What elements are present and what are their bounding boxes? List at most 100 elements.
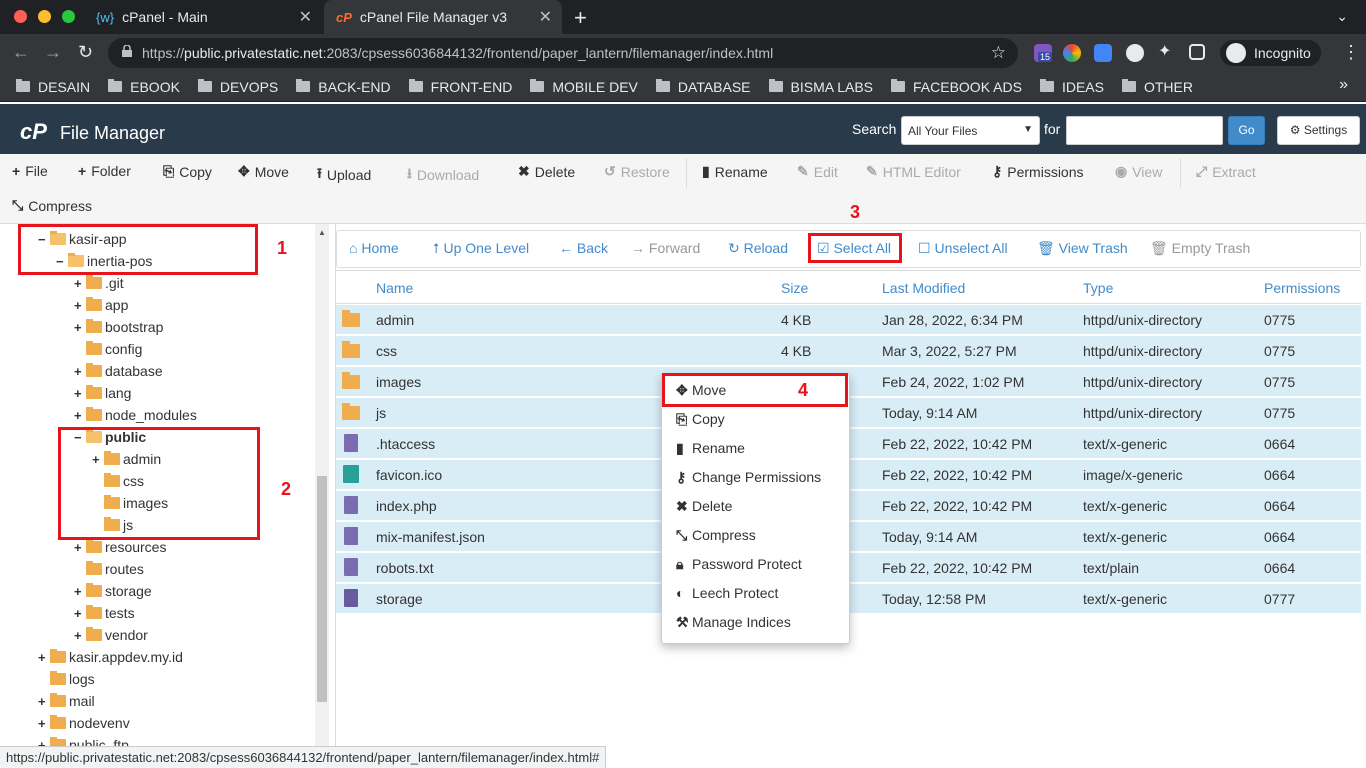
chevron-down-icon[interactable]: ⌄ bbox=[1336, 8, 1348, 25]
move-button[interactable]: ✥ Move bbox=[238, 163, 289, 180]
search-input[interactable] bbox=[1066, 116, 1223, 145]
color-picker-extension-icon[interactable] bbox=[1063, 44, 1081, 62]
incognito-badge[interactable]: Incognito bbox=[1220, 40, 1321, 66]
tree-toggle[interactable]: + bbox=[74, 298, 84, 313]
column-header-name[interactable]: Name bbox=[376, 280, 413, 296]
tree-toggle[interactable]: + bbox=[74, 606, 84, 621]
column-header-modified[interactable]: Last Modified bbox=[882, 280, 965, 296]
bookmark-folder[interactable]: FRONT-END bbox=[408, 79, 512, 95]
tab-file-manager[interactable]: cP cPanel File Manager v3 ✕ bbox=[324, 0, 562, 34]
sidebar-toggle-icon[interactable] bbox=[1189, 44, 1205, 60]
tree-item[interactable]: logs bbox=[38, 668, 95, 690]
tab-cpanel-main[interactable]: {w} cPanel - Main ✕ bbox=[84, 0, 322, 34]
tree-item[interactable]: routes bbox=[74, 558, 144, 580]
tree-toggle[interactable]: + bbox=[74, 584, 84, 599]
extension-icon[interactable]: 15 bbox=[1034, 44, 1053, 62]
face-extension-icon[interactable] bbox=[1126, 44, 1144, 62]
scroll-up-icon[interactable]: ▲ bbox=[318, 228, 326, 237]
tree-item[interactable]: + lang bbox=[74, 382, 131, 404]
close-icon[interactable]: ✕ bbox=[299, 7, 312, 27]
download-button[interactable]: ⭳ Download bbox=[407, 163, 479, 187]
tree-item[interactable]: + vendor bbox=[74, 624, 148, 646]
tree-item[interactable]: + .git bbox=[74, 272, 124, 294]
forward-arrow-icon[interactable]: → bbox=[44, 42, 62, 63]
tree-toggle[interactable]: + bbox=[38, 716, 48, 731]
table-row[interactable]: css 4 KB Mar 3, 2022, 5:27 PM httpd/unix-di… bbox=[336, 336, 1361, 366]
column-header-type[interactable]: Type bbox=[1083, 280, 1113, 296]
context-copy[interactable]: ⎘ Copy bbox=[676, 411, 725, 428]
tree-item[interactable]: + app bbox=[74, 294, 128, 316]
go-button[interactable]: Go bbox=[1228, 116, 1265, 145]
tree-toggle[interactable]: + bbox=[74, 540, 84, 555]
bookmark-folder[interactable]: BACK-END bbox=[296, 79, 391, 95]
bookmark-star-icon[interactable]: ☆ bbox=[991, 43, 1006, 63]
context-password-protect[interactable]: 🔒︎ Password Protect bbox=[676, 556, 802, 573]
delete-button[interactable]: ✖ Delete bbox=[518, 163, 575, 180]
tree-item[interactable]: + tests bbox=[74, 602, 135, 624]
tree-scrollbar[interactable]: ▲ bbox=[315, 224, 329, 768]
view-button[interactable]: ◉ View bbox=[1115, 163, 1162, 180]
tree-toggle[interactable]: + bbox=[74, 408, 84, 423]
new-tab-icon[interactable]: + bbox=[574, 5, 587, 31]
tree-toggle[interactable]: + bbox=[74, 364, 84, 379]
url-input[interactable]: https://public.privatestatic.net:2083/cp… bbox=[108, 38, 1018, 68]
tree-toggle[interactable]: + bbox=[74, 320, 84, 335]
tree-item[interactable]: config bbox=[74, 338, 142, 360]
tree-item[interactable]: + bootstrap bbox=[74, 316, 163, 338]
tree-toggle[interactable]: + bbox=[74, 276, 84, 291]
tree-item[interactable]: + mail bbox=[38, 690, 95, 712]
tree-toggle[interactable]: + bbox=[74, 386, 84, 401]
bookmark-folder[interactable]: DEVOPS bbox=[197, 79, 278, 95]
tree-item[interactable]: + kasir.appdev.my.id bbox=[38, 646, 183, 668]
minimize-window-button[interactable] bbox=[38, 10, 51, 23]
bookmark-folder[interactable]: OTHER bbox=[1121, 79, 1193, 95]
translate-extension-icon[interactable] bbox=[1094, 44, 1112, 62]
context-compress[interactable]: ⤡ Compress bbox=[676, 527, 756, 544]
edit-button[interactable]: ✎ Edit bbox=[797, 163, 838, 180]
puzzle-extensions-icon[interactable]: ✦ bbox=[1158, 41, 1176, 60]
compress-button[interactable]: ⤡ Compress bbox=[12, 197, 92, 214]
bookmark-folder[interactable]: BISMA LABS bbox=[768, 79, 873, 95]
upload-button[interactable]: ⭱ Upload bbox=[317, 163, 371, 187]
context-change-permissions[interactable]: ⚷ Change Permissions bbox=[676, 469, 821, 486]
bookmark-folder[interactable]: FACEBOOK ADS bbox=[891, 79, 1022, 95]
maximize-window-button[interactable] bbox=[62, 10, 75, 23]
permissions-button[interactable]: ⚷ Permissions bbox=[992, 163, 1084, 180]
tree-item[interactable]: + database bbox=[74, 360, 163, 382]
bookmark-folder[interactable]: MOBILE DEV bbox=[530, 79, 638, 95]
reload-button[interactable]: ↻ Reload bbox=[728, 240, 788, 257]
context-rename[interactable]: ▮ Rename bbox=[676, 440, 745, 457]
extract-button[interactable]: ⤢ Extract bbox=[1196, 163, 1256, 180]
up-one-level-button[interactable]: ⭡ Up One Level bbox=[433, 240, 529, 257]
close-window-button[interactable] bbox=[14, 10, 27, 23]
tree-item[interactable]: + nodevenv bbox=[38, 712, 130, 734]
column-header-permissions[interactable]: Permissions bbox=[1264, 280, 1340, 296]
tree-toggle[interactable]: + bbox=[74, 628, 84, 643]
search-scope-select[interactable]: All Your Files ▼ bbox=[901, 116, 1040, 145]
home-button[interactable]: ⌂ Home bbox=[349, 240, 399, 256]
browser-menu-icon[interactable]: ⋮ bbox=[1342, 42, 1360, 63]
settings-button[interactable]: ⚙ Settings bbox=[1277, 116, 1360, 145]
table-row[interactable]: admin 4 KB Jan 28, 2022, 6:34 PM httpd/unix… bbox=[336, 305, 1361, 335]
restore-button[interactable]: ↺ Restore bbox=[604, 163, 670, 180]
forward-button[interactable]: → Forward bbox=[631, 240, 700, 256]
back-arrow-icon[interactable]: ← bbox=[12, 42, 30, 63]
empty-trash-button[interactable]: 🗑 Empty Trash bbox=[1150, 240, 1250, 257]
context-manage-indices[interactable]: ⚒ Manage Indices bbox=[676, 614, 791, 631]
context-leech-protect[interactable]: ◐ Leech Protect bbox=[676, 585, 778, 601]
tree-item[interactable]: + storage bbox=[74, 580, 152, 602]
bookmark-folder[interactable]: DATABASE bbox=[655, 79, 751, 95]
context-delete[interactable]: ✖ Delete bbox=[676, 498, 732, 515]
new-file-button[interactable]: + File bbox=[12, 163, 48, 179]
chevron-right-icon[interactable]: » bbox=[1339, 76, 1348, 94]
bookmark-folder[interactable]: IDEAS bbox=[1039, 79, 1104, 95]
unselect-all-button[interactable]: ☐ Unselect All bbox=[918, 240, 1008, 257]
tree-toggle[interactable]: + bbox=[38, 694, 48, 709]
cpanel-logo[interactable]: cP bbox=[20, 119, 47, 145]
column-header-size[interactable]: Size bbox=[781, 280, 808, 296]
tree-item[interactable]: + node_modules bbox=[74, 404, 197, 426]
reload-icon[interactable]: ↻ bbox=[78, 42, 93, 63]
close-icon[interactable]: ✕ bbox=[539, 7, 552, 27]
tree-toggle[interactable]: + bbox=[38, 650, 48, 665]
back-button[interactable]: ← Back bbox=[559, 240, 608, 256]
